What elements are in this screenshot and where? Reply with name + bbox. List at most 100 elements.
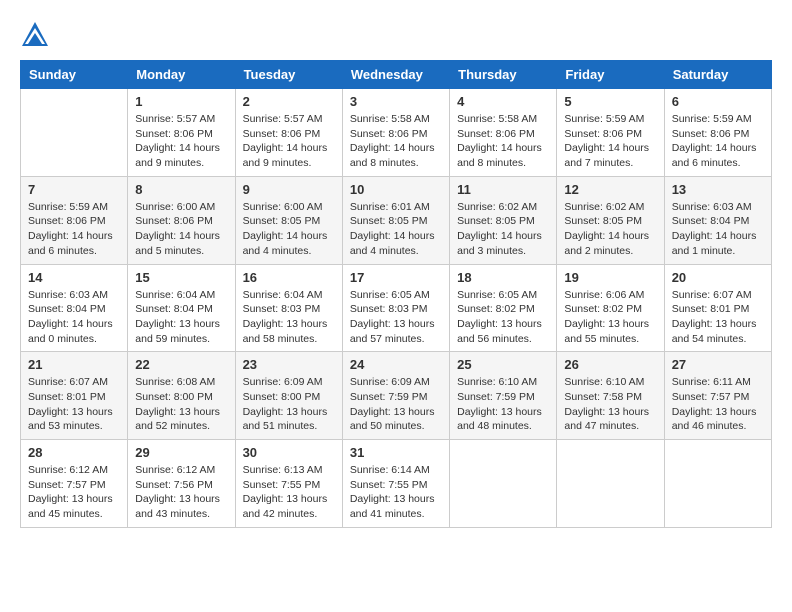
day-number: 26 — [564, 357, 656, 372]
calendar-week-3: 14 Sunrise: 6:03 AMSunset: 8:04 PMDayligh… — [21, 264, 772, 352]
day-info: Sunrise: 6:10 AMSunset: 7:58 PMDaylight:… — [564, 375, 656, 434]
calendar-cell — [557, 440, 664, 528]
day-info: Sunrise: 5:59 AMSunset: 8:06 PMDaylight:… — [672, 112, 764, 171]
calendar-cell: 15 Sunrise: 6:04 AMSunset: 8:04 PMDayligh… — [128, 264, 235, 352]
calendar-cell: 24 Sunrise: 6:09 AMSunset: 7:59 PMDayligh… — [342, 352, 449, 440]
calendar-week-2: 7Sunrise: 5:59 AMSunset: 8:06 PMDaylight… — [21, 176, 772, 264]
day-number: 29 — [135, 445, 227, 460]
header-cell-tuesday: Tuesday — [235, 61, 342, 89]
day-info: Sunrise: 6:09 AMSunset: 7:59 PMDaylight:… — [350, 375, 442, 434]
day-number: 10 — [350, 182, 442, 197]
day-info: Sunrise: 6:13 AMSunset: 7:55 PMDaylight:… — [243, 463, 335, 522]
calendar-body: 1 Sunrise: 5:57 AMSunset: 8:06 PMDaylight… — [21, 89, 772, 528]
calendar-cell: 25 Sunrise: 6:10 AMSunset: 7:59 PMDayligh… — [450, 352, 557, 440]
calendar-cell: 2 Sunrise: 5:57 AMSunset: 8:06 PMDaylight… — [235, 89, 342, 177]
calendar-cell: 20 Sunrise: 6:07 AMSunset: 8:01 PMDayligh… — [664, 264, 771, 352]
calendar-cell: 23 Sunrise: 6:09 AMSunset: 8:00 PMDayligh… — [235, 352, 342, 440]
day-info: Sunrise: 6:09 AMSunset: 8:00 PMDaylight:… — [243, 375, 335, 434]
day-info: Sunrise: 5:58 AMSunset: 8:06 PMDaylight:… — [457, 112, 549, 171]
header-cell-saturday: Saturday — [664, 61, 771, 89]
calendar-cell: 14 Sunrise: 6:03 AMSunset: 8:04 PMDayligh… — [21, 264, 128, 352]
calendar-cell: 10 Sunrise: 6:01 AMSunset: 8:05 PMDayligh… — [342, 176, 449, 264]
day-info: Sunrise: 6:02 AMSunset: 8:05 PMDaylight:… — [564, 200, 656, 259]
calendar-week-1: 1 Sunrise: 5:57 AMSunset: 8:06 PMDaylight… — [21, 89, 772, 177]
calendar-cell: 19 Sunrise: 6:06 AMSunset: 8:02 PMDayligh… — [557, 264, 664, 352]
day-info: Sunrise: 5:57 AMSunset: 8:06 PMDaylight:… — [243, 112, 335, 171]
calendar-cell: 30 Sunrise: 6:13 AMSunset: 7:55 PMDayligh… — [235, 440, 342, 528]
header-row: SundayMondayTuesdayWednesdayThursdayFrid… — [21, 61, 772, 89]
calendar-cell: 18 Sunrise: 6:05 AMSunset: 8:02 PMDayligh… — [450, 264, 557, 352]
day-info: Sunrise: 6:03 AMSunset: 8:04 PMDaylight:… — [672, 200, 764, 259]
calendar-header: SundayMondayTuesdayWednesdayThursdayFrid… — [21, 61, 772, 89]
day-info: Sunrise: 6:05 AMSunset: 8:02 PMDaylight:… — [457, 288, 549, 347]
calendar-cell — [21, 89, 128, 177]
calendar-cell: 31Sunrise: 6:14 AMSunset: 7:55 PMDayligh… — [342, 440, 449, 528]
day-number: 27 — [672, 357, 764, 372]
day-number: 23 — [243, 357, 335, 372]
day-info: Sunrise: 6:04 AMSunset: 8:04 PMDaylight:… — [135, 288, 227, 347]
calendar-cell: 4 Sunrise: 5:58 AMSunset: 8:06 PMDaylight… — [450, 89, 557, 177]
day-number: 31 — [350, 445, 442, 460]
calendar-cell: 7Sunrise: 5:59 AMSunset: 8:06 PMDaylight… — [21, 176, 128, 264]
header-cell-monday: Monday — [128, 61, 235, 89]
calendar-cell: 1 Sunrise: 5:57 AMSunset: 8:06 PMDaylight… — [128, 89, 235, 177]
day-number: 24 — [350, 357, 442, 372]
day-number: 8 — [135, 182, 227, 197]
calendar-cell: 13 Sunrise: 6:03 AMSunset: 8:04 PMDayligh… — [664, 176, 771, 264]
calendar-cell: 27 Sunrise: 6:11 AMSunset: 7:57 PMDayligh… — [664, 352, 771, 440]
calendar-cell: 28Sunrise: 6:12 AMSunset: 7:57 PMDayligh… — [21, 440, 128, 528]
day-number: 28 — [28, 445, 120, 460]
day-info: Sunrise: 6:11 AMSunset: 7:57 PMDaylight:… — [672, 375, 764, 434]
day-number: 1 — [135, 94, 227, 109]
day-number: 30 — [243, 445, 335, 460]
day-number: 4 — [457, 94, 549, 109]
day-number: 12 — [564, 182, 656, 197]
calendar-cell — [664, 440, 771, 528]
header-cell-sunday: Sunday — [21, 61, 128, 89]
calendar-week-5: 28Sunrise: 6:12 AMSunset: 7:57 PMDayligh… — [21, 440, 772, 528]
day-info: Sunrise: 6:05 AMSunset: 8:03 PMDaylight:… — [350, 288, 442, 347]
day-info: Sunrise: 6:08 AMSunset: 8:00 PMDaylight:… — [135, 375, 227, 434]
day-info: Sunrise: 6:10 AMSunset: 7:59 PMDaylight:… — [457, 375, 549, 434]
day-number: 16 — [243, 270, 335, 285]
calendar-week-4: 21Sunrise: 6:07 AMSunset: 8:01 PMDayligh… — [21, 352, 772, 440]
day-info: Sunrise: 6:02 AMSunset: 8:05 PMDaylight:… — [457, 200, 549, 259]
day-info: Sunrise: 5:59 AMSunset: 8:06 PMDaylight:… — [28, 200, 120, 259]
calendar-cell: 6 Sunrise: 5:59 AMSunset: 8:06 PMDaylight… — [664, 89, 771, 177]
calendar-cell: 3Sunrise: 5:58 AMSunset: 8:06 PMDaylight… — [342, 89, 449, 177]
calendar-cell: 22Sunrise: 6:08 AMSunset: 8:00 PMDayligh… — [128, 352, 235, 440]
day-number: 15 — [135, 270, 227, 285]
header-cell-friday: Friday — [557, 61, 664, 89]
day-number: 17 — [350, 270, 442, 285]
day-info: Sunrise: 6:03 AMSunset: 8:04 PMDaylight:… — [28, 288, 120, 347]
day-info: Sunrise: 6:04 AMSunset: 8:03 PMDaylight:… — [243, 288, 335, 347]
day-number: 2 — [243, 94, 335, 109]
day-info: Sunrise: 6:01 AMSunset: 8:05 PMDaylight:… — [350, 200, 442, 259]
day-number: 5 — [564, 94, 656, 109]
calendar-cell: 16 Sunrise: 6:04 AMSunset: 8:03 PMDayligh… — [235, 264, 342, 352]
day-number: 13 — [672, 182, 764, 197]
day-number: 21 — [28, 357, 120, 372]
day-info: Sunrise: 6:00 AMSunset: 8:06 PMDaylight:… — [135, 200, 227, 259]
day-number: 9 — [243, 182, 335, 197]
day-number: 19 — [564, 270, 656, 285]
day-info: Sunrise: 5:58 AMSunset: 8:06 PMDaylight:… — [350, 112, 442, 171]
day-info: Sunrise: 6:06 AMSunset: 8:02 PMDaylight:… — [564, 288, 656, 347]
header-cell-thursday: Thursday — [450, 61, 557, 89]
calendar-cell: 17 Sunrise: 6:05 AMSunset: 8:03 PMDayligh… — [342, 264, 449, 352]
day-number: 6 — [672, 94, 764, 109]
day-number: 18 — [457, 270, 549, 285]
calendar-cell — [450, 440, 557, 528]
logo-icon — [20, 20, 50, 50]
day-number: 14 — [28, 270, 120, 285]
day-number: 20 — [672, 270, 764, 285]
day-info: Sunrise: 6:07 AMSunset: 8:01 PMDaylight:… — [672, 288, 764, 347]
day-info: Sunrise: 5:59 AMSunset: 8:06 PMDaylight:… — [564, 112, 656, 171]
logo — [20, 20, 54, 50]
calendar-cell: 29Sunrise: 6:12 AMSunset: 7:56 PMDayligh… — [128, 440, 235, 528]
day-info: Sunrise: 5:57 AMSunset: 8:06 PMDaylight:… — [135, 112, 227, 171]
calendar-cell: 8 Sunrise: 6:00 AMSunset: 8:06 PMDaylight… — [128, 176, 235, 264]
calendar-cell: 12 Sunrise: 6:02 AMSunset: 8:05 PMDayligh… — [557, 176, 664, 264]
day-number: 25 — [457, 357, 549, 372]
calendar-cell: 21Sunrise: 6:07 AMSunset: 8:01 PMDayligh… — [21, 352, 128, 440]
